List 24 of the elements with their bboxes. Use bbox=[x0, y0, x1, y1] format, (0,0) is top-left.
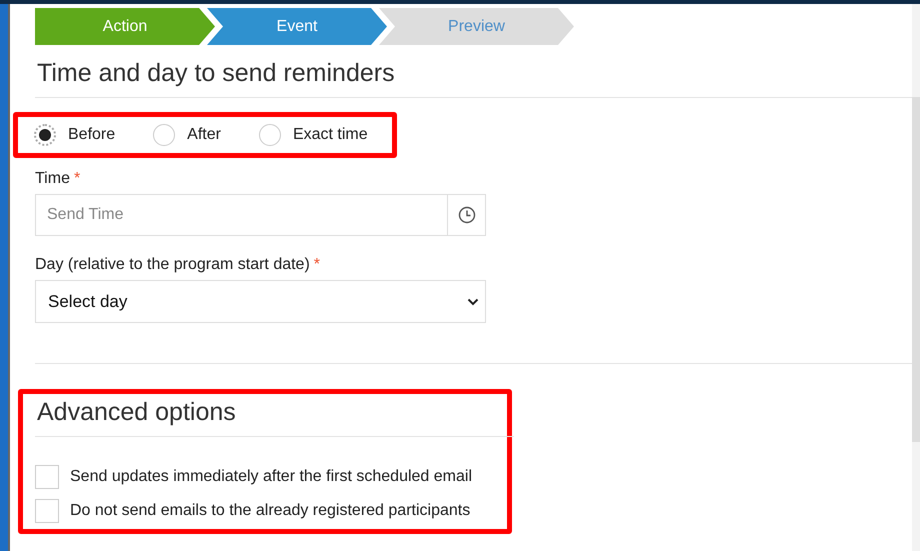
checkbox[interactable] bbox=[35, 499, 59, 523]
chevron-down-icon bbox=[467, 298, 479, 306]
checkbox-label: Do not send emails to the already registered participants bbox=[70, 502, 470, 520]
radio-label: After bbox=[187, 126, 221, 144]
radio-option[interactable]: After bbox=[153, 124, 221, 146]
section-title: Advanced options bbox=[37, 398, 237, 427]
checkbox-label: Send updates immediately after the first scheduled email bbox=[70, 468, 472, 486]
scrollbar[interactable] bbox=[912, 4, 920, 551]
required-mark: * bbox=[74, 170, 80, 188]
radio-button[interactable] bbox=[258, 124, 281, 146]
field-label: Day (relative to the program start date) bbox=[35, 256, 310, 274]
field-label: Time bbox=[35, 170, 70, 188]
radio-label: Before bbox=[68, 126, 116, 144]
radio-option[interactable]: Before bbox=[34, 124, 116, 146]
radio-label: Exact time bbox=[292, 126, 368, 144]
radio-option[interactable]: Exact time bbox=[258, 124, 368, 146]
scrollbar-thumb[interactable] bbox=[912, 97, 920, 442]
clock-icon[interactable] bbox=[458, 206, 476, 224]
radio-button[interactable] bbox=[34, 124, 56, 146]
section-title: Time and day to send reminders bbox=[37, 59, 396, 88]
checkbox[interactable] bbox=[35, 465, 59, 489]
required-mark: * bbox=[314, 256, 320, 274]
radio-button[interactable] bbox=[153, 124, 176, 146]
day-dropdown[interactable]: Select day bbox=[35, 280, 486, 323]
